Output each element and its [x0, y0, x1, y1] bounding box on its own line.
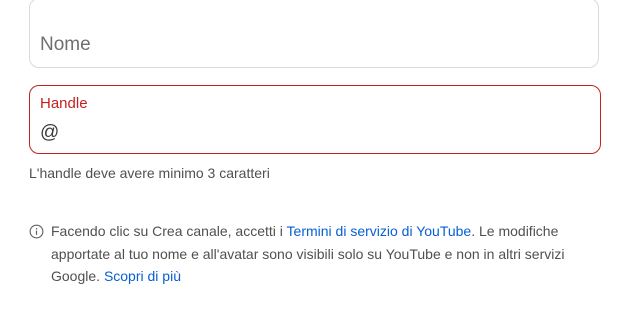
- learn-more-link[interactable]: Scopri di più: [104, 268, 181, 284]
- handle-at-prefix: @: [40, 122, 60, 143]
- handle-label: Handle: [40, 95, 88, 112]
- handle-error-message: L'handle deve avere minimo 3 caratteri: [29, 165, 270, 181]
- handle-input[interactable]: [62, 122, 582, 144]
- terms-disclaimer: Facendo clic su Crea canale, accetti i T…: [51, 220, 611, 288]
- info-icon: [29, 224, 44, 239]
- name-field[interactable]: [29, 0, 599, 68]
- handle-field[interactable]: Handle @: [29, 85, 601, 154]
- disclaimer-text-before: Facendo clic su Crea canale, accetti i: [51, 223, 287, 239]
- terms-of-service-link[interactable]: Termini di servizio di YouTube: [287, 223, 472, 239]
- name-input[interactable]: [40, 31, 580, 59]
- create-channel-form: Handle @ L'handle deve avere minimo 3 ca…: [0, 0, 640, 333]
